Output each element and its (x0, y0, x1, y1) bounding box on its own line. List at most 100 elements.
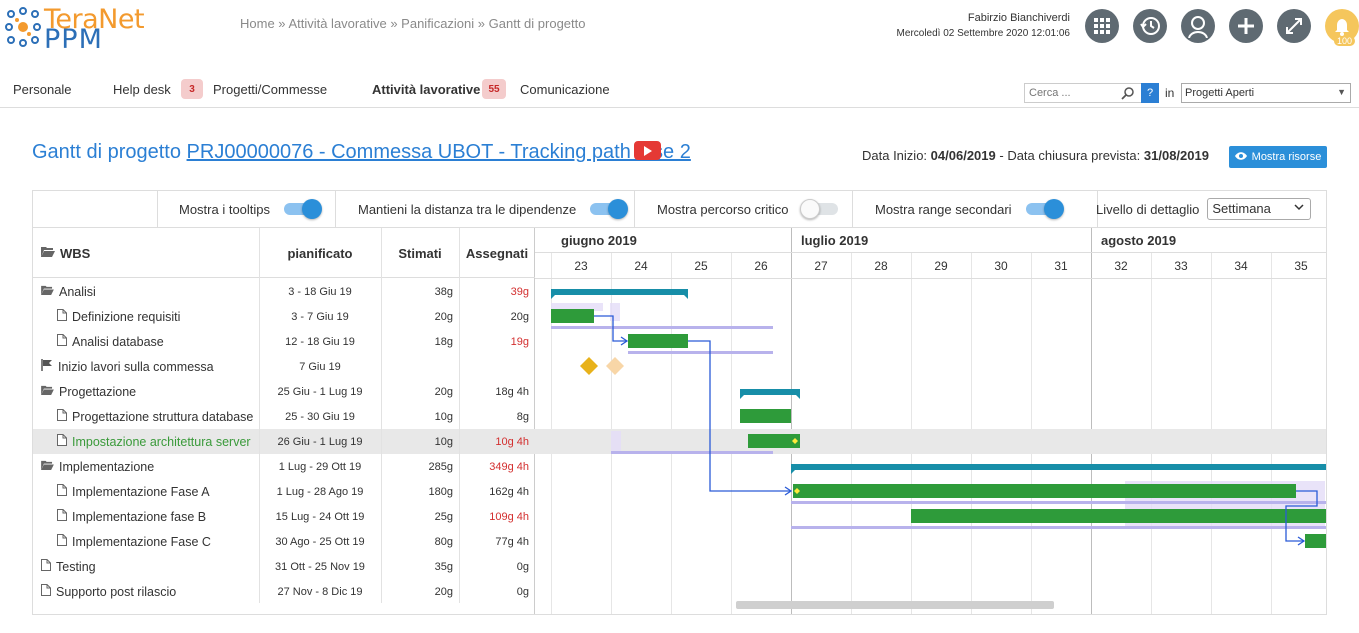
task-assigned: 20g (510, 310, 529, 323)
nav-personale[interactable]: Personale (13, 82, 72, 97)
task-bar[interactable] (793, 484, 1296, 498)
option-range: Mostra range secondari (852, 191, 1097, 227)
task-name[interactable]: Implementazione Fase C (72, 535, 211, 549)
critico-toggle[interactable] (800, 199, 839, 219)
secondary-range-line (628, 351, 773, 354)
task-name[interactable]: Implementazione (59, 460, 154, 474)
task-name[interactable]: Impostazione architettura server (72, 435, 251, 449)
task-name[interactable]: Analisi database (72, 335, 164, 349)
col-estimated[interactable]: Stimati (381, 228, 459, 278)
file-icon (57, 534, 67, 549)
toggle-knob (800, 199, 821, 219)
col-planned[interactable]: pianificato (259, 228, 381, 278)
task-estimated: 285g (428, 460, 453, 473)
summary-bar[interactable] (740, 389, 800, 395)
task-name[interactable]: Inizio lavori sulla commessa (58, 360, 214, 374)
nav-progetti-commesse[interactable]: Progetti/Commesse (213, 82, 327, 97)
gantt-chart: 23 24 25 26 27 28 29 30 31 32 33 34 35 giugno 2019 lug… (535, 228, 1326, 614)
col-assigned[interactable]: Assegnati (459, 228, 535, 278)
task-bar[interactable] (1305, 534, 1326, 548)
nav-help-desk-badge: 3 (181, 79, 203, 99)
distanza-toggle[interactable] (590, 199, 629, 219)
mostra-risorse-button[interactable]: Mostra risorse (1229, 146, 1327, 168)
task-name[interactable]: Implementazione fase B (72, 510, 206, 524)
project-link[interactable]: PRJ00000076 - Commessa UBOT - Tracking p… (187, 141, 691, 163)
summary-bar[interactable] (791, 464, 1326, 470)
end-date: 31/08/2019 (1143, 148, 1209, 163)
secondary-range-line (791, 501, 1326, 504)
secondary-range-line (551, 326, 773, 329)
top-bar: TeraNet PPM Home » Attività lavorative »… (0, 0, 1359, 70)
horizontal-scrollbar[interactable] (736, 601, 1054, 609)
task-planned: 12 - 18 Giu 19 (285, 335, 355, 348)
range-toggle[interactable] (1025, 199, 1064, 219)
task-estimated: 10g (434, 410, 453, 423)
history-icon[interactable] (1133, 9, 1167, 43)
task-name[interactable]: Progettazione struttura database (72, 410, 253, 424)
col-wbs[interactable]: WBS (41, 228, 90, 278)
task-planned: 30 Ago - 25 Ott 19 (275, 535, 365, 548)
nav-help-desk[interactable]: Help desk (113, 82, 171, 97)
chevron-down-icon: ▼ (1337, 87, 1346, 97)
task-planned: 3 - 7 Giu 19 (291, 310, 349, 323)
apps-grid-icon[interactable] (1085, 9, 1119, 43)
task-name[interactable]: Progettazione (59, 385, 136, 399)
dates-separator: - (995, 148, 1008, 163)
column-separator (381, 228, 382, 603)
nav-attivita-lavorative[interactable]: Attività lavorative (372, 82, 480, 97)
breadcrumb-separator: » (474, 16, 489, 31)
task-estimated: 20g (434, 385, 453, 398)
task-name[interactable]: Definizione requisiti (72, 310, 180, 324)
summary-bar-cap (796, 395, 800, 399)
options-bar: Mostra i tooltips Mantieni la distanza t… (33, 191, 1326, 228)
youtube-video-icon[interactable] (634, 141, 661, 160)
breadcrumb: Home » Attività lavorative » Panificazio… (240, 16, 585, 31)
detail-level-select[interactable]: Settimana (1207, 198, 1312, 220)
tooltips-toggle[interactable] (284, 199, 323, 219)
task-planned: 27 Nov - 8 Dic 19 (277, 585, 363, 598)
task-planned: 7 Giu 19 (299, 360, 341, 373)
nav-comunicazione[interactable]: Comunicazione (520, 82, 610, 97)
search-help-button[interactable]: ? (1141, 83, 1159, 103)
milestone-diamond[interactable] (580, 357, 598, 375)
breadcrumb-attivita[interactable]: Attività lavorative (288, 16, 386, 31)
file-icon (41, 559, 51, 574)
chevron-down-icon (1294, 203, 1304, 214)
task-assigned: 8g (516, 410, 529, 423)
task-name[interactable]: Supporto post rilascio (56, 585, 176, 599)
user-profile-icon[interactable] (1181, 9, 1215, 43)
task-bar[interactable] (911, 509, 1326, 523)
task-assigned: 77g 4h (495, 535, 529, 548)
gantt-bars (551, 289, 1326, 548)
secondary-range-shade (611, 431, 621, 451)
task-planned: 25 - 30 Giu 19 (285, 410, 355, 423)
secondary-range-line (611, 451, 773, 454)
search-scope-select[interactable]: Progetti Aperti ▼ (1181, 83, 1351, 103)
mostra-risorse-label: Mostra risorse (1251, 151, 1322, 163)
task-assigned: 10g 4h (495, 435, 529, 448)
teranet-logo[interactable]: TeraNet PPM (4, 4, 164, 55)
task-name[interactable]: Testing (56, 560, 96, 574)
logo-text-ppm: PPM (44, 24, 103, 55)
breadcrumb-gantt: Gantt di progetto (488, 16, 586, 31)
task-name[interactable]: Analisi (59, 285, 96, 299)
summary-bar[interactable] (551, 289, 688, 295)
task-assigned: 0g (516, 560, 529, 573)
task-assigned: 39g (510, 285, 529, 298)
breadcrumb-panificazioni[interactable]: Panificazioni (401, 16, 474, 31)
add-icon[interactable] (1229, 9, 1263, 43)
search-input[interactable] (1024, 83, 1159, 103)
task-bar[interactable] (740, 409, 791, 423)
fullscreen-icon[interactable] (1277, 9, 1311, 43)
task-estimated: 80g (434, 535, 453, 548)
breadcrumb-home[interactable]: Home (240, 16, 275, 31)
task-estimated: 20g (434, 585, 453, 598)
column-separator (459, 228, 460, 603)
task-bar[interactable] (628, 334, 688, 348)
current-datetime: Mercoledì 02 Settembre 2020 12:01:06 (896, 28, 1070, 39)
search-scope-label: in (1165, 86, 1175, 100)
search-icon[interactable] (1119, 84, 1137, 102)
task-name[interactable]: Implementazione Fase A (72, 485, 210, 499)
task-bar[interactable] (551, 309, 594, 323)
notification-count-badge: 100 (1334, 36, 1356, 46)
